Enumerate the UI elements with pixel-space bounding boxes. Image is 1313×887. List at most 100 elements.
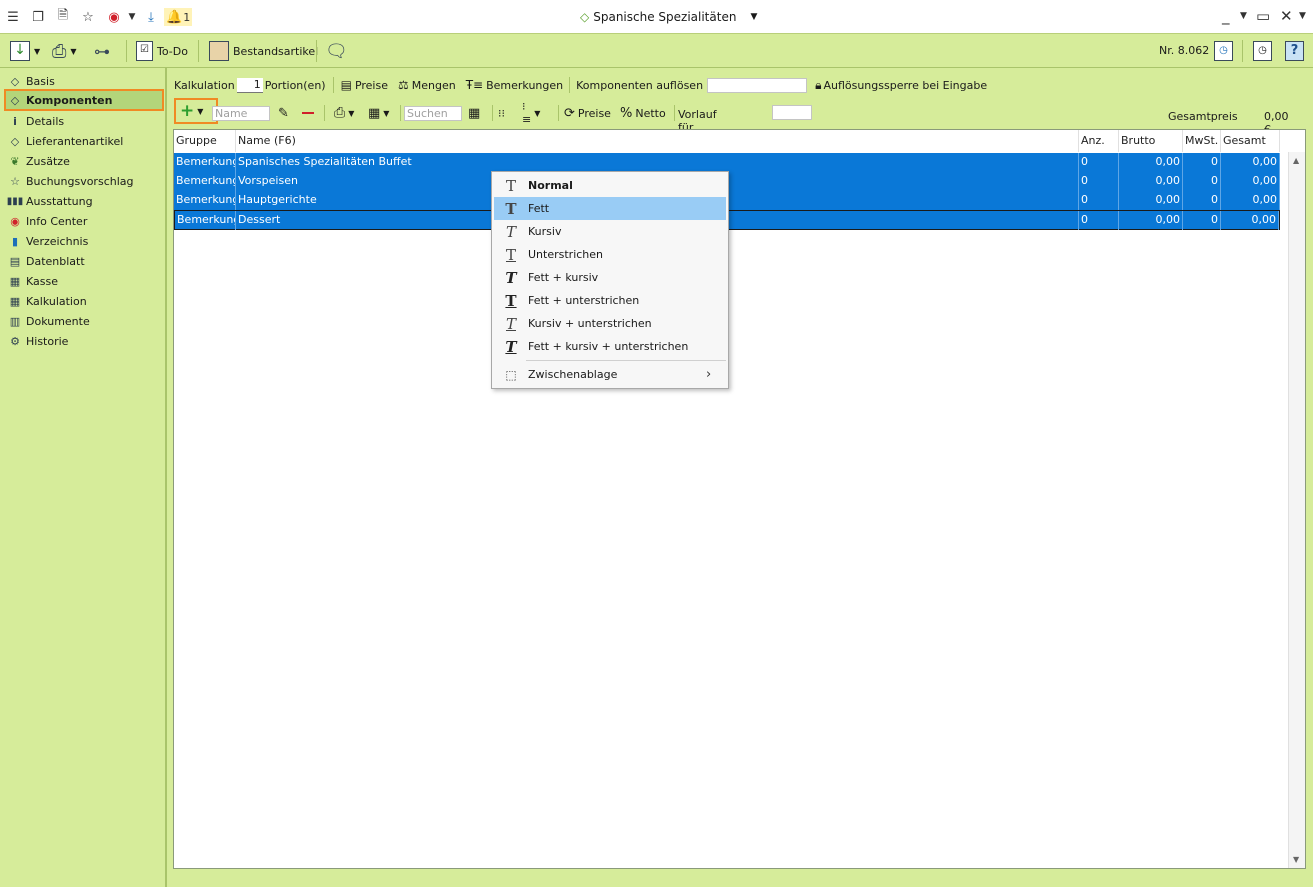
chevron-down-icon[interactable]: ▼ [34, 47, 40, 56]
column-header-anz[interactable]: Anz. [1079, 130, 1119, 152]
restore-icon[interactable]: ▭ [1256, 7, 1270, 25]
mengen-toggle[interactable]: Mengen [412, 79, 456, 92]
save-button[interactable]: ↓ ▼ [10, 39, 40, 63]
vorlauf-input[interactable] [772, 105, 812, 120]
sidebar-item-ausstattung[interactable]: ▮▮▮ Ausstattung [7, 192, 93, 210]
add-button[interactable]: + ▼ [174, 98, 218, 124]
column-header-brutto-preis[interactable]: Brutto Preis [1119, 130, 1183, 169]
chevron-down-icon[interactable]: ▼ [534, 109, 540, 118]
comments-button[interactable]: 🗨 [325, 39, 348, 63]
sidebar-item-verzeichnis[interactable]: ▮ Verzeichnis [8, 232, 88, 250]
refresh-prices-button[interactable]: ⟳ Preise [564, 104, 611, 122]
cell-name: Spanisches Spezialitäten Buffet [236, 153, 1079, 172]
todo-button[interactable]: ☑ To-Do [136, 39, 188, 63]
netto-button[interactable]: % Netto [620, 104, 666, 122]
chevron-down-icon[interactable]: ▼ [70, 47, 76, 56]
search-input[interactable]: Suchen [404, 106, 462, 121]
windows-icon[interactable]: ❐ [29, 8, 47, 26]
link-button[interactable]: ⊶ [94, 39, 110, 63]
bestandsartikel-button[interactable]: Bestandsartikel [209, 39, 318, 63]
chevron-down-icon[interactable]: ▼ [750, 12, 757, 22]
bemerkungen-toggle[interactable]: Bemerkungen [486, 79, 563, 92]
menu-item-zwischenablage[interactable]: ⬚ Zwischenablage › [494, 363, 726, 386]
print-button[interactable]: ⎙ ▼ [52, 39, 77, 63]
sidebar-item-kalkulation[interactable]: ▦ Kalkulation [8, 292, 87, 310]
sidebar-item-label: Kasse [26, 274, 58, 288]
sidebar-item-historie[interactable]: ⚙ Historie [8, 332, 68, 350]
chevron-down-icon[interactable]: ▼ [197, 107, 203, 116]
chevron-down-icon[interactable]: ▼ [1299, 11, 1306, 21]
title-bar: ☰ ❐ 🗎 ☆ ◉ ▼ ⤓ 🔔 1 ◇ Spanische Spezialität… [0, 0, 1313, 34]
sidebar-item-details[interactable]: i Details [8, 112, 64, 130]
navigator-icon[interactable]: ◉ [105, 8, 123, 26]
scroll-down-icon[interactable]: ▼ [1293, 855, 1299, 864]
menu-item-label: Fett + kursiv [528, 271, 599, 284]
collapse-button[interactable]: ⁝≡ ▼ [522, 100, 540, 126]
calendar-history-button[interactable]: ◷ [1214, 39, 1233, 63]
plus-icon: + [180, 101, 195, 121]
close-icon[interactable]: ✕ [1280, 7, 1293, 25]
chevron-down-icon[interactable]: ▼ [383, 109, 389, 118]
chevron-down-icon[interactable]: ▼ [348, 109, 354, 118]
text-normal-icon: T [505, 176, 516, 195]
menu-item-fett-unterstrichen[interactable]: T Fett + unterstrichen [494, 289, 726, 312]
toolbar-separator [492, 105, 493, 121]
pencil-icon: ✎ [278, 105, 289, 121]
notification-bell-icon[interactable]: 🔔 1 [164, 8, 192, 26]
link-icon: ⊶ [94, 41, 110, 61]
sidebar-item-label: Info Center [26, 214, 88, 228]
name-input[interactable]: Name [212, 106, 270, 121]
sidebar-item-lieferantenartikel[interactable]: ◇ Lieferantenartikel [8, 132, 124, 150]
sidebar-item-kasse[interactable]: ▦ Kasse [8, 272, 58, 290]
sidebar-item-label: Zusätze [26, 154, 70, 168]
preise-toggle[interactable]: Preise [355, 79, 388, 92]
menu-item-fett-kursiv[interactable]: T Fett + kursiv [494, 266, 726, 289]
menu-item-kursiv[interactable]: T Kursiv [494, 220, 726, 243]
table-row[interactable]: Bemerkung Spanisches Spezialitäten Buffe… [174, 153, 1280, 172]
edit-button[interactable]: ✎ [278, 104, 289, 122]
column-header-gesamt[interactable]: Gesamt [1221, 130, 1280, 152]
menu-item-fett-kursiv-unterstrichen[interactable]: T Fett + kursiv + unterstrichen [494, 335, 726, 358]
menu-item-normal[interactable]: T Normal [494, 174, 726, 197]
cell-gruppe: Bemerkung [174, 191, 236, 210]
sidebar-item-komponenten[interactable]: ◇ Komponenten [4, 89, 164, 111]
favorites-icon[interactable]: ☆ [79, 8, 97, 26]
delete-button[interactable] [302, 104, 314, 122]
hamburger-menu-icon[interactable]: ☰ [4, 8, 22, 26]
search-options-button[interactable]: ▦ [468, 104, 480, 122]
chevron-down-icon[interactable]: ▼ [1240, 11, 1247, 21]
sidebar-item-buchungsvorschlag[interactable]: ☆ Buchungsvorschlag [8, 172, 133, 190]
main-toolbar: ↓ ▼ ⎙ ▼ ⊶ ☑ To-Do Bestandsartikel 🗨 Nr. … [0, 34, 1313, 68]
vertical-scrollbar[interactable]: ▲ ▼ [1288, 152, 1305, 868]
menu-item-unterstrichen[interactable]: T Unterstrichen [494, 243, 726, 266]
toolbar-separator [558, 105, 559, 121]
recent-documents-icon[interactable]: 🗎 [54, 8, 72, 26]
cell-mwst: 0 [1183, 153, 1221, 172]
minimize-icon[interactable]: _ [1222, 7, 1230, 25]
sidebar-item-info-center[interactable]: ◉ Info Center [8, 212, 87, 230]
column-header-gruppe[interactable]: Gruppe [174, 130, 236, 152]
sidebar-item-dokumente[interactable]: ▥ Dokumente [8, 312, 90, 330]
print-list-button[interactable]: ⎙ ▼ [334, 104, 354, 122]
menu-item-fett[interactable]: T Fett [494, 197, 726, 220]
sidebar-item-datenblatt[interactable]: ▤ Datenblatt [8, 252, 85, 270]
sidebar-item-zusaetze[interactable]: ❦ Zusätze [8, 152, 70, 170]
window-title[interactable]: ◇ Spanische Spezialitäten ▼ [580, 10, 757, 24]
download-icon[interactable]: ⤓ [142, 8, 160, 26]
document-history-button[interactable]: ◷ [1253, 39, 1272, 63]
column-header-mwst[interactable]: MwSt. [1183, 130, 1221, 152]
cell-anz: 0 [1079, 191, 1119, 210]
book-icon: ▮ [11, 234, 19, 248]
help-button[interactable]: ? [1285, 39, 1304, 63]
scroll-up-icon[interactable]: ▲ [1293, 156, 1299, 165]
portion-input[interactable]: 1 [236, 77, 263, 93]
sperre-checkbox[interactable]: Auflösungssperre bei Eingabe [823, 79, 987, 92]
calendar-clock-icon: ◷ [1214, 41, 1233, 61]
expand-button[interactable]: ⁝⁝ [498, 104, 505, 122]
menu-item-kursiv-unterstrichen[interactable]: T Kursiv + unterstrichen [494, 312, 726, 335]
chevron-down-icon[interactable]: ▼ [123, 8, 141, 26]
sidebar-item-basis[interactable]: ◇ Basis [8, 72, 55, 90]
column-header-name[interactable]: Name (F6) [236, 130, 1079, 152]
columns-button[interactable]: ▦ ▼ [368, 104, 389, 122]
aufloesen-input[interactable] [707, 77, 808, 93]
